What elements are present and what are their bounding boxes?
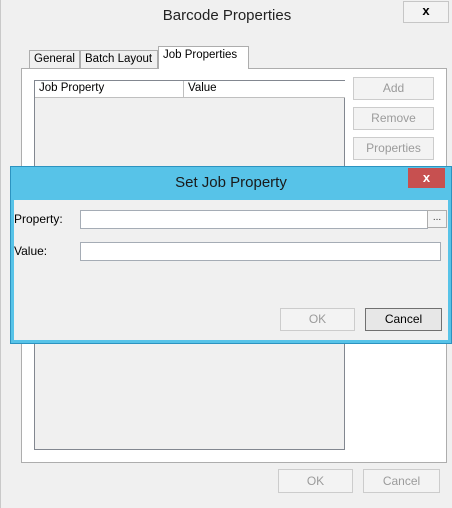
dialog-close-icon[interactable]: x: [408, 168, 445, 188]
add-button[interactable]: Add: [353, 77, 434, 100]
column-header-job-property[interactable]: Job Property: [35, 81, 184, 98]
property-label: Property:: [14, 212, 63, 226]
set-job-property-dialog: Set Job Property x Property: ... Value: …: [10, 166, 452, 344]
dialog-ok-button[interactable]: OK: [280, 308, 355, 331]
value-field[interactable]: [80, 242, 441, 261]
browse-button[interactable]: ...: [427, 210, 447, 228]
remove-button[interactable]: Remove: [353, 107, 434, 130]
ok-button[interactable]: OK: [278, 469, 353, 493]
window-title: Barcode Properties: [162, 7, 292, 24]
close-icon[interactable]: x: [403, 1, 449, 23]
title-bar: Barcode Properties x: [1, 0, 452, 32]
tab-general[interactable]: General: [29, 50, 80, 68]
property-field[interactable]: [80, 210, 428, 229]
dialog-body: Property: ... Value: OK Cancel: [14, 200, 448, 340]
column-header-value[interactable]: Value: [184, 81, 345, 98]
dialog-cancel-button[interactable]: Cancel: [365, 308, 442, 331]
tab-job-properties[interactable]: Job Properties: [158, 46, 249, 69]
value-label: Value:: [14, 244, 48, 258]
tab-batch-layout[interactable]: Batch Layout: [80, 50, 158, 68]
properties-button[interactable]: Properties: [353, 137, 434, 160]
cancel-button[interactable]: Cancel: [363, 469, 440, 493]
dialog-title: Set Job Property: [175, 174, 287, 191]
